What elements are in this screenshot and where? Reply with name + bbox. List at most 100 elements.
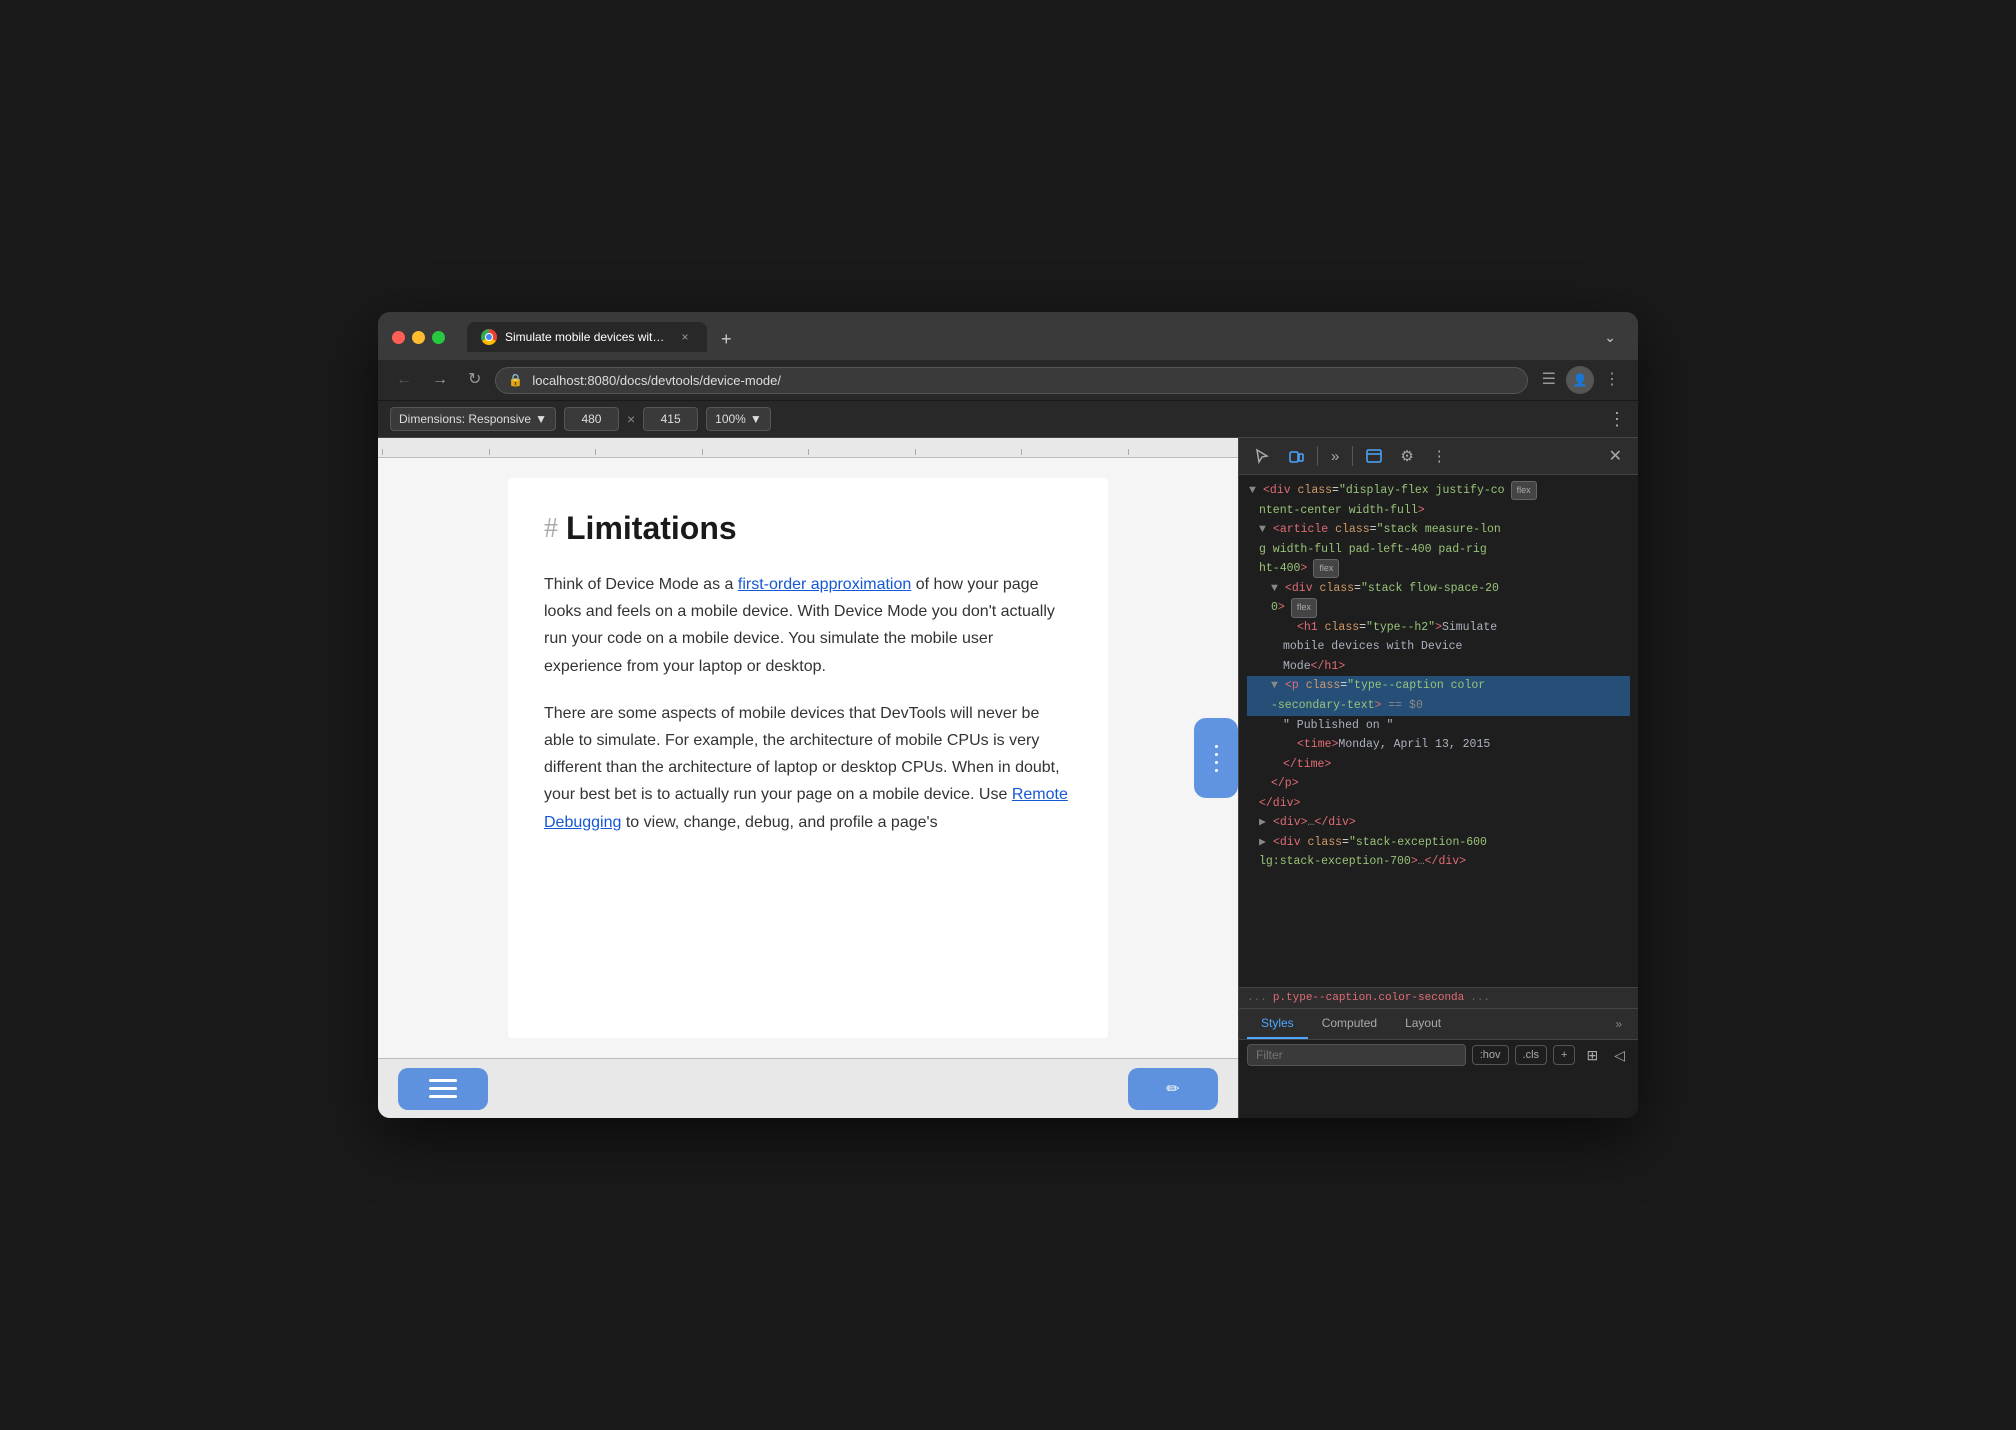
profile-icon: 👤 — [1573, 373, 1588, 387]
tab-title: Simulate mobile devices with D — [505, 330, 669, 344]
ruler-mark — [702, 449, 809, 455]
ruler-mark — [595, 449, 702, 455]
profile-button[interactable]: 👤 — [1566, 366, 1594, 394]
more-button[interactable]: ⋮ — [1598, 368, 1626, 392]
drag-handle-dots — [1215, 745, 1218, 772]
tree-line[interactable]: ▶<div class="stack-exception-600 — [1247, 833, 1630, 853]
title-bar: Simulate mobile devices with D × + ⌄ — [378, 312, 1638, 360]
tree-line-selected: -secondary-text> == $0 — [1247, 696, 1630, 716]
browser-window: Simulate mobile devices with D × + ⌄ ← →… — [378, 312, 1638, 1118]
device-mode-button[interactable] — [1281, 443, 1311, 469]
zoom-label: 100% — [715, 412, 746, 426]
tree-line[interactable]: <time>Monday, April 13, 2015 — [1247, 735, 1630, 755]
page-content: # Limitations Think of Device Mode as a … — [378, 458, 1238, 1058]
tree-line[interactable]: ▼<div class="display-flex justify-co fle… — [1247, 481, 1630, 501]
device-toolbar: Dimensions: Responsive ▼ × 100% ▼ ⋮ — [378, 401, 1638, 438]
tab-layout[interactable]: Layout — [1391, 1009, 1455, 1039]
copy-styles-button[interactable]: ⊞ — [1581, 1045, 1603, 1066]
breadcrumb-more: ... — [1470, 992, 1490, 1004]
close-devtools-button[interactable]: ✕ — [1601, 442, 1630, 470]
article-paragraph-1: Think of Device Mode as a first-order ap… — [544, 571, 1072, 680]
width-input[interactable] — [564, 407, 619, 431]
tab-more[interactable]: » — [1607, 1010, 1630, 1038]
more-tools-button[interactable]: ⋮ — [1425, 442, 1454, 470]
styles-panel: Styles Computed Layout » :hov .cls + ⊞ ◁ — [1239, 1008, 1638, 1118]
height-input[interactable] — [643, 407, 698, 431]
zoom-chevron-icon: ▼ — [750, 412, 762, 426]
settings-button[interactable]: ⚙ — [1393, 442, 1420, 470]
toolbar-more-button[interactable]: ⋮ — [1608, 410, 1626, 428]
tree-line: g width-full pad-left-400 pad-rig — [1247, 540, 1630, 560]
tree-line-selected[interactable]: ▼<p class="type--caption color — [1247, 676, 1630, 696]
bottom-menu-handle[interactable] — [398, 1068, 488, 1110]
close-window-button[interactable] — [392, 331, 405, 344]
dimensions-chevron-icon: ▼ — [535, 412, 547, 426]
breadcrumb-item[interactable]: p.type--caption.color-seconda — [1273, 992, 1464, 1004]
tree-line[interactable]: ▶<div>…</div> — [1247, 813, 1630, 833]
tree-line[interactable]: ▼<article class="stack measure-lon — [1247, 520, 1630, 540]
cursor-tool-button[interactable] — [1247, 443, 1277, 469]
tab-favicon — [481, 329, 497, 345]
tab-bar: Simulate mobile devices with D × + — [467, 322, 1584, 352]
tree-line: mobile devices with Device — [1247, 637, 1630, 657]
address-bar[interactable]: 🔒 localhost:8080/docs/devtools/device-mo… — [495, 367, 1527, 394]
nav-right-buttons: ☰ 👤 ⋮ — [1536, 366, 1626, 394]
dimensions-select[interactable]: Dimensions: Responsive ▼ — [390, 407, 556, 431]
hover-filter-button[interactable]: :hov — [1472, 1045, 1509, 1065]
reload-button[interactable]: ↻ — [462, 368, 487, 392]
new-tab-button[interactable]: + — [713, 326, 740, 352]
more-panels-button[interactable]: » — [1324, 443, 1346, 470]
maximize-window-button[interactable] — [432, 331, 445, 344]
ruler-mark — [1021, 449, 1128, 455]
ruler-mark — [808, 449, 915, 455]
add-style-button[interactable]: + — [1553, 1045, 1575, 1065]
devtools-toolbar: » ⚙ ⋮ ✕ — [1239, 438, 1638, 475]
nav-bar: ← → ↻ 🔒 localhost:8080/docs/devtools/dev… — [378, 360, 1638, 401]
cls-filter-button[interactable]: .cls — [1515, 1045, 1548, 1065]
ruler-mark — [382, 449, 489, 455]
address-text: localhost:8080/docs/devtools/device-mode… — [532, 373, 781, 388]
remote-debugging-link[interactable]: Remote Debugging — [544, 786, 1068, 830]
forward-button[interactable]: → — [426, 368, 454, 392]
pencil-icon: ✏ — [1166, 1079, 1179, 1099]
toolbar-separator-2 — [1352, 446, 1353, 466]
content-area: # Limitations Think of Device Mode as a … — [378, 438, 1638, 1118]
back-button[interactable]: ← — [390, 368, 418, 392]
tab-computed[interactable]: Computed — [1308, 1009, 1391, 1039]
tab-close-button[interactable]: × — [677, 329, 693, 345]
traffic-lights — [392, 331, 445, 344]
console-button[interactable] — [1359, 443, 1389, 469]
tree-line: </p> — [1247, 774, 1630, 794]
lock-icon: 🔒 — [508, 373, 523, 387]
styles-filter-bar: :hov .cls + ⊞ ◁ — [1239, 1040, 1638, 1070]
zoom-select[interactable]: 100% ▼ — [706, 407, 771, 431]
active-tab[interactable]: Simulate mobile devices with D × — [467, 322, 707, 352]
heading-hash: # — [544, 513, 558, 545]
tab-styles[interactable]: Styles — [1247, 1009, 1308, 1039]
back-styles-button[interactable]: ◁ — [1609, 1045, 1630, 1066]
styles-filter-input[interactable] — [1247, 1044, 1466, 1066]
vertical-drag-handle[interactable] — [1194, 718, 1238, 798]
tree-line[interactable]: ▼<div class="stack flow-space-20 — [1247, 579, 1630, 599]
styles-tabs: Styles Computed Layout » — [1239, 1009, 1638, 1040]
ruler-mark — [1128, 449, 1235, 455]
bottom-edit-handle[interactable]: ✏ — [1128, 1068, 1218, 1110]
breadcrumb-dots: ... — [1247, 992, 1267, 1004]
tab-menu-button[interactable]: ⌄ — [1596, 325, 1624, 350]
minimize-window-button[interactable] — [412, 331, 425, 344]
toggle-sidebar-button[interactable]: ☰ — [1536, 368, 1562, 392]
article-heading-row: # Limitations — [544, 510, 1072, 547]
viewport-ruler — [378, 438, 1238, 458]
tree-line[interactable]: <h1 class="type--h2">Simulate — [1247, 618, 1630, 638]
article-box: # Limitations Think of Device Mode as a … — [508, 478, 1108, 1038]
dimension-separator: × — [627, 411, 635, 427]
article-heading: Limitations — [566, 510, 737, 547]
tree-line: " Published on " — [1247, 716, 1630, 736]
tree-line: ntent-center width-full> — [1247, 501, 1630, 521]
tree-line: ht-400>flex — [1247, 559, 1630, 579]
ruler-mark — [915, 449, 1022, 455]
devtools-breadcrumb: ... p.type--caption.color-seconda ... — [1239, 987, 1638, 1008]
first-order-link[interactable]: first-order approximation — [738, 576, 911, 593]
dimensions-label: Dimensions: Responsive — [399, 412, 531, 426]
toolbar-separator — [1317, 446, 1318, 466]
